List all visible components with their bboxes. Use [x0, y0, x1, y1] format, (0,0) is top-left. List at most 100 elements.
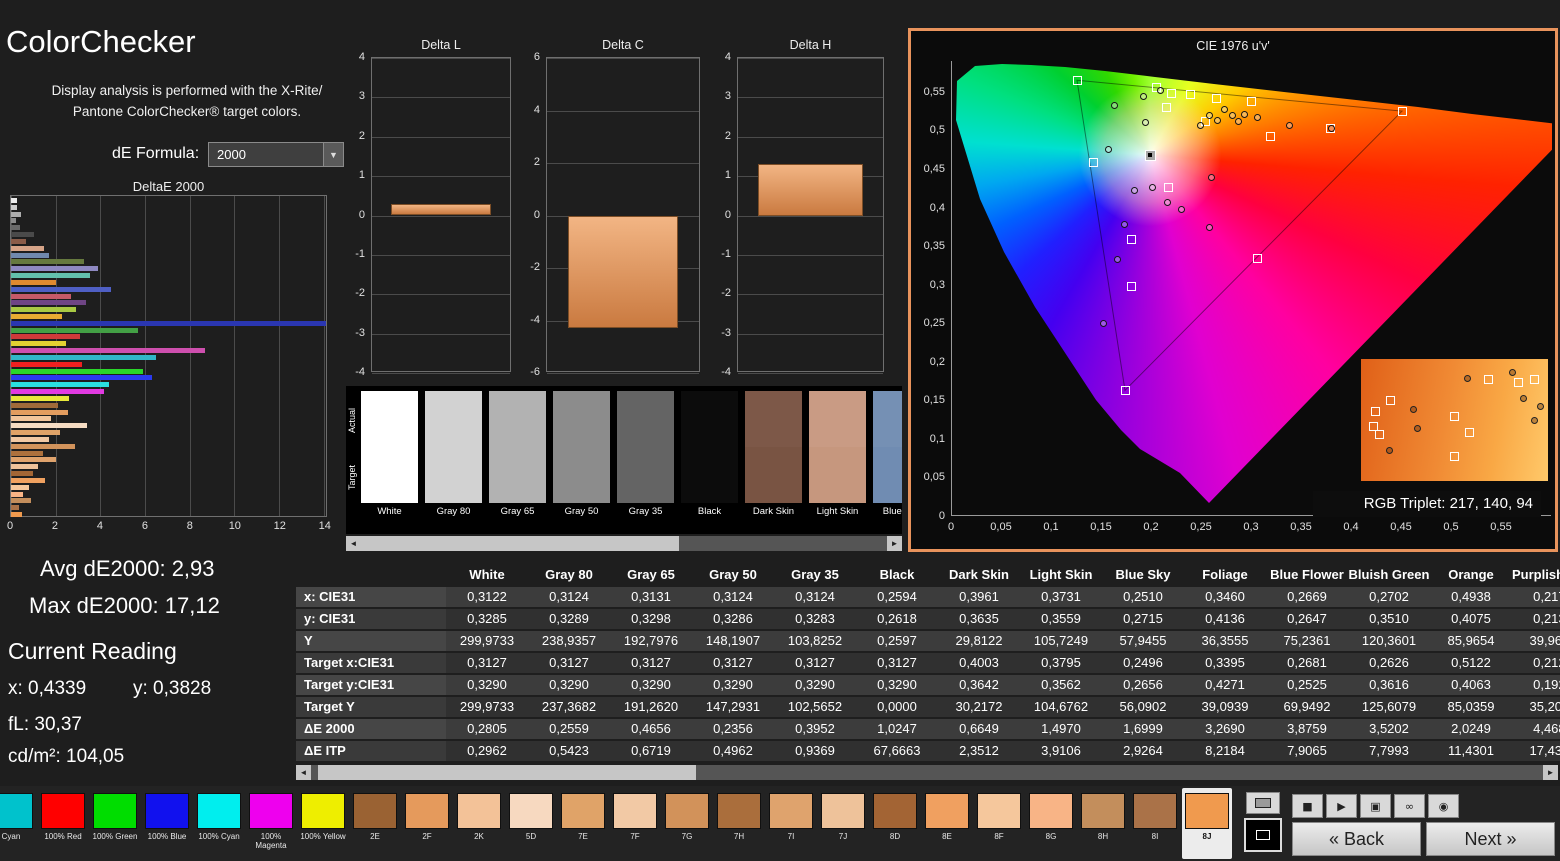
de-formula-select[interactable]: 2000 ▼: [208, 142, 344, 167]
patch-100-yellow[interactable]: 100% Yellow: [298, 788, 348, 859]
axis-tick-label: 12: [273, 520, 286, 532]
swatch-column: Gray 50: [553, 391, 610, 518]
patch-8g[interactable]: 8G: [1026, 788, 1076, 859]
patch-7j[interactable]: 7J: [818, 788, 868, 859]
scroll-right-arrow-icon[interactable]: ►: [887, 536, 902, 551]
measurement-marker: [1228, 112, 1236, 120]
bar-row: [11, 402, 326, 409]
axis-tick-label: 0: [947, 521, 955, 533]
table-cell: 0,0000: [856, 697, 938, 717]
swatch-label: Dark Skin: [752, 506, 795, 517]
axis-tick-label: 0: [938, 510, 945, 522]
pattern-settings-button[interactable]: [1246, 792, 1280, 814]
patch-label: 100% Blue: [147, 832, 187, 841]
swatch-strip-scrollbar[interactable]: ◄ ►: [346, 536, 902, 551]
stop-icon: ■: [1302, 799, 1313, 813]
axis-tick-label: 3: [724, 90, 731, 103]
patch-8e[interactable]: 8E: [922, 788, 972, 859]
patch-2e[interactable]: 2E: [350, 788, 400, 859]
table-cell: 0,3642: [938, 675, 1020, 695]
delta-h-plot: [737, 57, 884, 374]
patch-100-magenta[interactable]: 100% Magenta: [246, 788, 296, 859]
swatch-column: Black: [681, 391, 738, 518]
patch-100-blue[interactable]: 100% Blue: [142, 788, 192, 859]
column-header: Gray 65: [627, 567, 675, 582]
actual-swatch: [745, 391, 802, 447]
table-cell: 17,4301: [1512, 741, 1560, 761]
de-bar: [11, 402, 58, 408]
table-cell: 0,1929: [1512, 675, 1560, 695]
table-cell: 0,9369: [774, 741, 856, 761]
patch-7g[interactable]: 7G: [662, 788, 712, 859]
patch-100-green[interactable]: 100% Green: [90, 788, 140, 859]
patch-5d[interactable]: 5D: [506, 788, 556, 859]
patch-2k[interactable]: 2K: [454, 788, 504, 859]
next-button[interactable]: Next »: [1426, 822, 1555, 856]
bar-row: [11, 286, 326, 293]
patch-7h[interactable]: 7H: [714, 788, 764, 859]
table-cell: 238,9357: [528, 631, 610, 651]
scroll-left-arrow-icon[interactable]: ◄: [346, 536, 361, 551]
patch-7f[interactable]: 7F: [610, 788, 660, 859]
patch-label: 5D: [525, 832, 537, 841]
back-button[interactable]: « Back: [1292, 822, 1421, 856]
patch-label: 100% Green: [92, 832, 138, 841]
patch-100-cyan[interactable]: 100% Cyan: [194, 788, 244, 859]
table-row: Target y:CIE31 0,3290 0,3290 0,3290 0,3290 0,…: [296, 675, 1560, 695]
measurement-marker: [1141, 119, 1149, 127]
patch-7i[interactable]: 7I: [766, 788, 816, 859]
table-cell: 69,9492: [1266, 697, 1348, 717]
patch-8d[interactable]: 8D: [870, 788, 920, 859]
target-swatch: [681, 447, 738, 503]
scroll-right-arrow-icon[interactable]: ►: [1543, 765, 1558, 780]
table-scrollbar[interactable]: ◄ ►: [296, 765, 1558, 780]
next-label: Next: [1464, 828, 1502, 849]
inset-measurement-marker: [1409, 405, 1417, 413]
patch-7e[interactable]: 7E: [558, 788, 608, 859]
measurement-marker: [1113, 256, 1121, 264]
bar-row: [11, 354, 326, 361]
table-cell: 0,3290: [856, 675, 938, 695]
loop-button[interactable]: ∞: [1394, 794, 1425, 818]
capture-button[interactable]: ▣: [1360, 794, 1391, 818]
bar-row: [11, 361, 326, 368]
de-bar: [11, 443, 75, 449]
scroll-left-arrow-icon[interactable]: ◄: [296, 765, 311, 780]
pattern-window-button[interactable]: [1244, 818, 1282, 852]
measurement-marker: [1163, 198, 1171, 206]
patch-100-red[interactable]: 100% Red: [38, 788, 88, 859]
table-cell: 0,3122: [446, 587, 528, 607]
table-cell: 2,9264: [1102, 741, 1184, 761]
gridline: [547, 163, 699, 164]
scrollbar-thumb[interactable]: [318, 765, 696, 780]
delta-c-title: Delta C: [602, 38, 644, 52]
stop-button[interactable]: ■: [1292, 794, 1323, 818]
column-header: White: [469, 567, 505, 582]
patch-8f[interactable]: 8F: [974, 788, 1024, 859]
patch-8j[interactable]: 8J: [1182, 788, 1232, 859]
delta-h-title: Delta H: [789, 38, 832, 52]
patch-cyan[interactable]: Cyan: [0, 788, 36, 859]
de-bar: [11, 498, 32, 504]
table-cell: 39,0939: [1184, 697, 1266, 717]
bar-row: [11, 497, 326, 504]
patch-8h[interactable]: 8H: [1078, 788, 1128, 859]
de-bar: [11, 416, 52, 422]
table-cell: 148,1907: [692, 631, 774, 651]
patch-8i[interactable]: 8I: [1130, 788, 1180, 859]
patch-2f[interactable]: 2F: [402, 788, 452, 859]
patch-swatch: [353, 793, 397, 829]
axis-tick-label: 0,25: [1190, 521, 1212, 533]
play-button[interactable]: ▶: [1326, 794, 1357, 818]
column-header: Light Skin: [1029, 567, 1093, 582]
patch-label: 2E: [370, 832, 380, 841]
patch-label: 100% Red: [44, 832, 82, 841]
camera-button[interactable]: ◉: [1428, 794, 1459, 818]
measurement-marker: [1327, 124, 1335, 132]
swatch-strip: Actual Target White Gray 80 Gray 65 Gray 50…: [346, 386, 902, 534]
delta-l-chart: Delta L 4 3 2 1 0 -1 -2 -3 -4: [355, 38, 511, 378]
bar-row: [11, 334, 326, 341]
swatch-label: Black: [697, 506, 722, 517]
scrollbar-thumb[interactable]: [361, 536, 679, 551]
rgb-triplet: RGB Triplet: 217, 140, 94: [1313, 491, 1541, 517]
